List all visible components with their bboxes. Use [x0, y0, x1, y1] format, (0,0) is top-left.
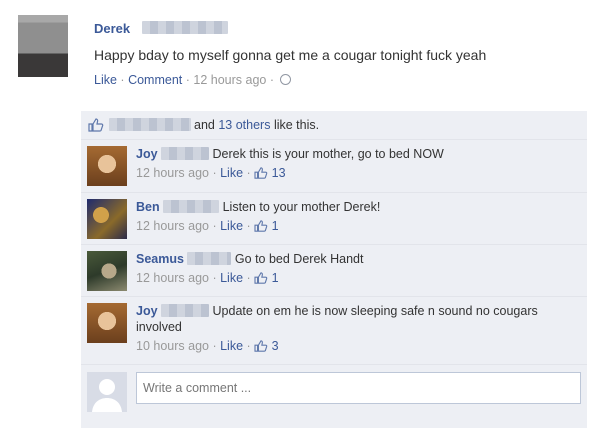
commenter-avatar[interactable] [87, 146, 127, 186]
comment-timestamp[interactable]: 10 hours ago [136, 339, 209, 353]
separator: · [269, 73, 278, 87]
comment-text: Go to bed Derek Handt [234, 252, 364, 266]
likes-suffix: like this. [273, 118, 320, 132]
redacted-surname [142, 21, 228, 34]
redacted-surname [161, 147, 210, 160]
comment-composer: Write a comment ... [81, 365, 587, 428]
commenter-name[interactable]: Joy [136, 304, 158, 318]
post-author-name[interactable]: Derek [94, 21, 130, 36]
comment-timestamp[interactable]: 12 hours ago [136, 271, 209, 285]
post-text: Happy bday to myself gonna get me a coug… [94, 47, 487, 63]
redacted-surname [187, 252, 232, 265]
comment-like-link[interactable]: Like [220, 166, 243, 180]
commenter-name[interactable]: Joy [136, 147, 158, 161]
comment-meta: 12 hours ago · Like · 1 [136, 219, 279, 233]
redacted-surname [163, 200, 220, 213]
post-comment-link[interactable]: Comment [128, 73, 182, 87]
comment-timestamp[interactable]: 12 hours ago [136, 166, 209, 180]
comment-like-link[interactable]: Like [220, 339, 243, 353]
comment-like-link[interactable]: Like [220, 219, 243, 233]
comment-meta: 12 hours ago · Like · 13 [136, 166, 286, 180]
commenter-avatar[interactable] [87, 303, 127, 343]
comment-text: Listen to your mother Derek! [222, 200, 381, 214]
post-actions: Like · Comment · 12 hours ago · [94, 73, 292, 87]
post-author-avatar[interactable] [18, 15, 68, 77]
commenter-avatar[interactable] [87, 251, 127, 291]
comment-item: Ben Listen to your mother Derek! 12 hour… [81, 193, 587, 245]
comment-meta: 10 hours ago · Like · 3 [136, 339, 279, 353]
comment-text: Derek this is your mother, go to bed NOW [212, 147, 444, 161]
comment-timestamp[interactable]: 12 hours ago [136, 219, 209, 233]
comment-like-count[interactable]: 1 [272, 219, 279, 233]
comment-item: Seamus Go to bed Derek Handt 12 hours ag… [81, 245, 587, 297]
globe-icon[interactable] [280, 74, 292, 85]
comment-input[interactable]: Write a comment ... [136, 372, 581, 404]
commenter-name[interactable]: Ben [136, 200, 160, 214]
post-timestamp[interactable]: 12 hours ago [193, 73, 266, 87]
post-author-name-text[interactable]: Derek [94, 21, 130, 36]
comment-body: Joy Update on em he is now sleeping safe… [136, 303, 576, 354]
thumbs-up-icon [254, 167, 268, 179]
thumbs-up-icon [254, 272, 268, 284]
commenter-name[interactable]: Seamus [136, 252, 184, 266]
comment-item: Joy Update on em he is now sleeping safe… [81, 297, 587, 365]
thumbs-up-icon [88, 118, 104, 132]
likes-others-link[interactable]: 13 others [218, 118, 270, 132]
redacted-surname [161, 304, 210, 317]
default-avatar-icon [87, 372, 127, 412]
likes-and: and [194, 118, 215, 132]
comment-body: Seamus Go to bed Derek Handt 12 hours ag… [136, 251, 576, 286]
comment-body: Ben Listen to your mother Derek! 12 hour… [136, 199, 576, 234]
commenter-avatar[interactable] [87, 199, 127, 239]
thumbs-up-icon [254, 340, 268, 352]
likes-text: and 13 others like this. [194, 118, 319, 132]
comment-item: Joy Derek this is your mother, go to bed… [81, 140, 587, 193]
post-like-link[interactable]: Like [94, 73, 117, 87]
comment-meta: 12 hours ago · Like · 1 [136, 271, 279, 285]
comment-like-count[interactable]: 1 [272, 271, 279, 285]
likes-summary: and 13 others like this. [81, 111, 587, 140]
comment-like-count[interactable]: 3 [272, 339, 279, 353]
thumbs-up-icon [254, 220, 268, 232]
comment-body: Joy Derek this is your mother, go to bed… [136, 146, 576, 181]
comment-like-count[interactable]: 13 [272, 166, 286, 180]
comment-like-link[interactable]: Like [220, 271, 243, 285]
separator: · [120, 73, 129, 87]
redacted-liker-name [109, 118, 191, 131]
comments-panel: and 13 others like this. Joy Derek this … [81, 111, 587, 428]
